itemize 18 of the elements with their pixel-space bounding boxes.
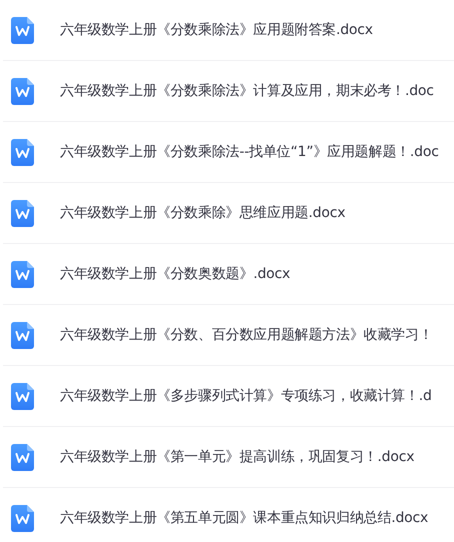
file-name[interactable]: 六年级数学上册《分数奥数题》.docx: [60, 265, 290, 283]
word-file-icon: [11, 260, 34, 288]
file-name[interactable]: 六年级数学上册《分数乘除法》应用题附答案.docx: [60, 21, 373, 39]
word-file-icon: [11, 16, 34, 44]
file-name[interactable]: 六年级数学上册《分数乘除》思维应用题.docx: [60, 204, 346, 222]
word-file-icon: [11, 138, 34, 166]
word-file-icon: [11, 504, 34, 532]
word-file-icon: [11, 322, 34, 348]
word-file-icon: [11, 78, 34, 104]
file-name[interactable]: 六年级数学上册《分数、百分数应用题解题方法》收藏学习！: [60, 326, 433, 344]
file-name[interactable]: 六年级数学上册《分数乘除法》计算及应用，期末必考！.doc: [60, 82, 434, 100]
word-file-icon: [11, 382, 34, 410]
file-name[interactable]: 六年级数学上册《第五单元圆》课本重点知识归纳总结.docx: [60, 509, 428, 527]
file-name[interactable]: 六年级数学上册《多步骤列式计算》专项练习，收藏计算！.d: [60, 387, 432, 405]
word-file-icon: [11, 200, 34, 226]
word-file-icon: [11, 444, 34, 470]
file-name[interactable]: 六年级数学上册《分数乘除法--找单位“1”》应用题解题！.doc: [60, 143, 439, 161]
file-name[interactable]: 六年级数学上册《第一单元》提高训练，巩固复习！.docx: [60, 448, 414, 466]
